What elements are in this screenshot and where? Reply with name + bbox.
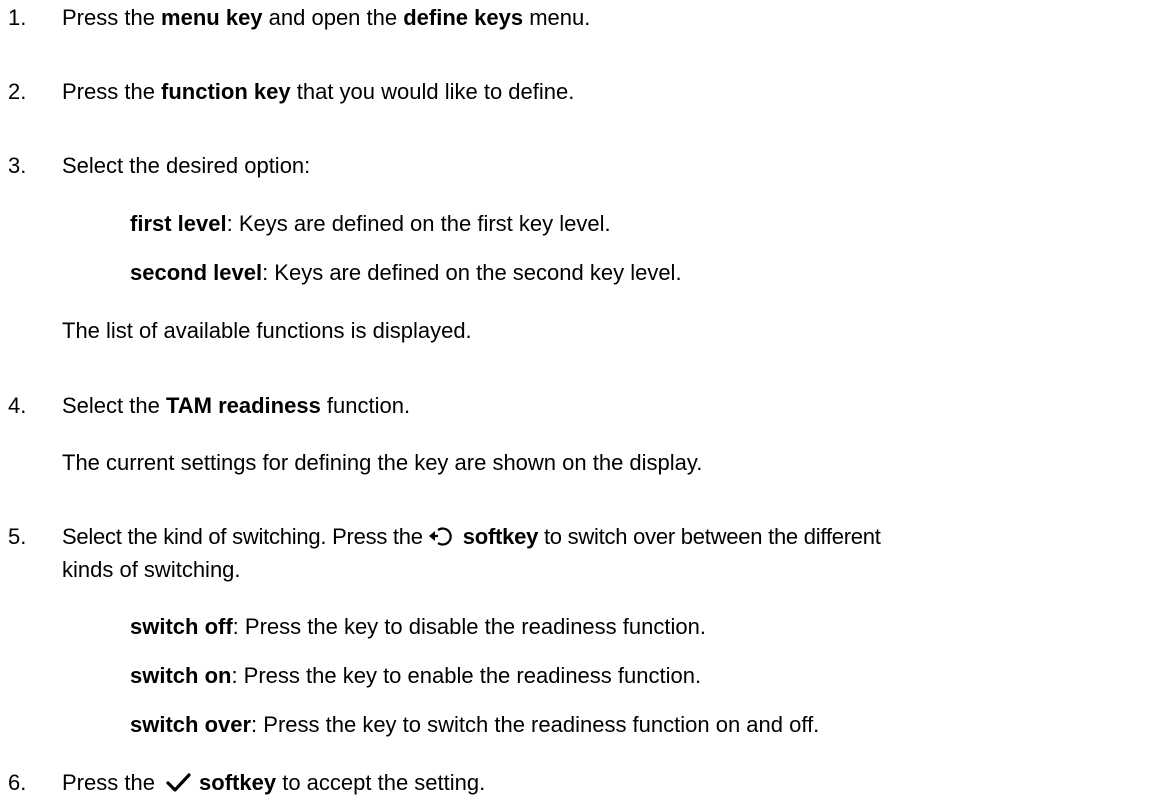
- step-number: 4.: [8, 393, 27, 418]
- step-text: that you would like to define.: [290, 79, 575, 104]
- step-number: 5.: [8, 524, 27, 549]
- option-desc: : Keys are defined on the first key leve…: [226, 211, 611, 236]
- step-note: The current settings for defining the ke…: [62, 450, 703, 475]
- step-number: 6.: [8, 770, 27, 795]
- option-first-level: first level: Keys are defined on the fir…: [130, 211, 611, 237]
- step-text: Select the kind of switching. Press the: [62, 524, 423, 549]
- option-desc: : Press the key to enable the readiness …: [231, 663, 702, 688]
- checkmark-softkey-icon: [165, 771, 193, 799]
- option-switch-over: switch over: Press the key to switch the…: [130, 712, 819, 738]
- option-switch-on: switch on: Press the key to enable the r…: [130, 663, 701, 689]
- option-second-level: second level: Keys are defined on the se…: [130, 260, 682, 286]
- option-term: second level: [130, 260, 263, 285]
- option-term: switch on: [130, 663, 232, 688]
- option-desc: : Press the key to disable the readiness…: [232, 614, 706, 639]
- option-desc: : Press the key to switch the readiness …: [251, 712, 820, 737]
- step-note: The list of available functions is displ…: [62, 318, 472, 343]
- step-number: 3.: [8, 153, 27, 178]
- keyword: function key: [161, 79, 291, 104]
- step-text: kinds of switching.: [62, 557, 241, 582]
- keyword: softkey: [199, 770, 277, 795]
- step-text: Select the: [62, 393, 166, 418]
- keyword: TAM readiness: [165, 393, 321, 418]
- switch-over-softkey-icon: [427, 525, 457, 553]
- option-switch-off: switch off: Press the key to disable the…: [130, 614, 706, 640]
- step-text: and open the: [262, 5, 404, 30]
- option-term: switch off: [130, 614, 233, 639]
- option-term: first level: [130, 211, 227, 236]
- step-text: Press the: [62, 79, 162, 104]
- keyword: menu key: [161, 5, 263, 30]
- step-text: to switch over between the different: [538, 524, 881, 549]
- step-text: Select the desired option:: [62, 153, 311, 178]
- option-term: switch over: [130, 712, 252, 737]
- step-text: to accept the setting.: [276, 770, 486, 795]
- step-text: Press the: [62, 770, 162, 795]
- step-text: menu.: [523, 5, 591, 30]
- keyword: define keys: [403, 5, 524, 30]
- step-text: Press the: [62, 5, 162, 30]
- step-number: 1.: [8, 5, 27, 30]
- step-number: 2.: [8, 79, 27, 104]
- step-text: function.: [320, 393, 411, 418]
- keyword: softkey: [462, 524, 539, 549]
- option-desc: : Keys are defined on the second key lev…: [262, 260, 682, 285]
